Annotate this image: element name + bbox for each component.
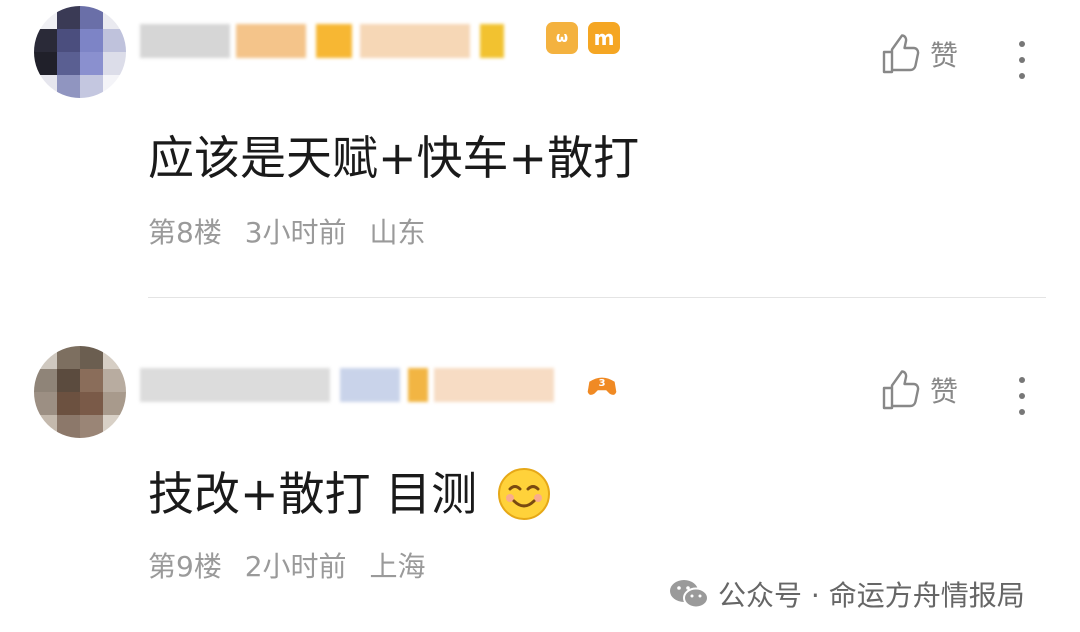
comment-location: 山东 [369,216,426,249]
comment-text: 应该是天赋+快车+散打 [148,131,640,185]
wechat-icon [670,580,709,609]
avatar[interactable] [34,6,126,98]
smile-emoji [497,467,551,521]
avatar[interactable] [34,346,126,438]
watermark-text: 公众号 · 命运方舟情报局 [718,579,1025,612]
comment-item: ω m 赞 应该是天赋+快车+散打 第8楼 3小时前 山东 [0,0,1080,298]
more-options-button[interactable] [1012,36,1032,84]
comment-time: 3小时前 [244,216,347,249]
username-blurred[interactable] [140,362,640,408]
zodiac-badge: m [588,22,620,54]
thumbs-up-icon [882,370,920,410]
comment-meta: 第8楼 3小时前 山东 [148,216,439,250]
level-badge: ω [546,22,578,54]
svg-text:3: 3 [598,378,605,389]
floor-number: 第9楼 [148,550,222,583]
like-label: 赞 [930,375,959,408]
game-badge: 3 [586,370,618,402]
thumbs-up-icon [882,34,920,74]
floor-number: 第8楼 [148,216,222,249]
comment-location: 上海 [369,550,426,583]
like-button[interactable]: 赞 [880,32,958,76]
comment-meta: 第9楼 2小时前 上海 [148,550,439,584]
watermark: 公众号 · 命运方舟情报局 [668,574,1025,614]
more-options-button[interactable] [1012,372,1032,420]
comment-time: 2小时前 [244,550,347,583]
like-button[interactable]: 赞 [880,368,958,412]
like-label: 赞 [930,39,959,72]
comment-text: 技改+散打 目测 [148,466,551,522]
